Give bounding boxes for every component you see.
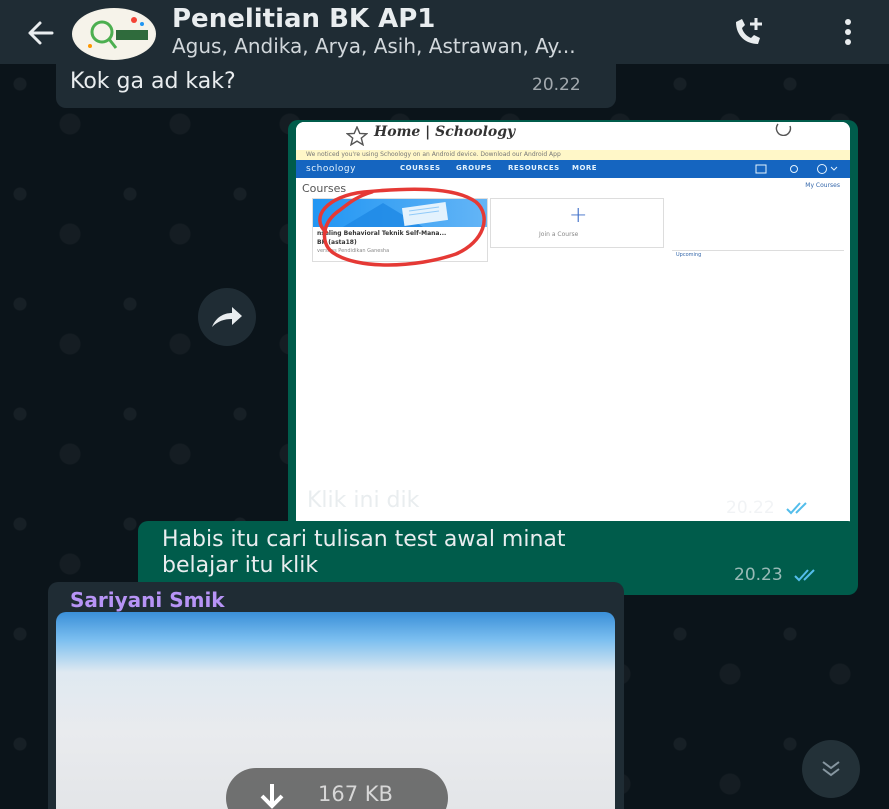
group-members[interactable]: Agus, Andika, Arya, Asih, Astrawan, Ay..… (172, 34, 576, 58)
message-time-text: 20.23 (734, 565, 783, 585)
message-time: 20.23 (734, 565, 820, 585)
read-ticks-icon (794, 569, 815, 582)
forward-button[interactable] (198, 288, 256, 346)
message-bubble-incoming[interactable]: Kok ga ad kak? 20.22 (56, 64, 616, 108)
sender-name[interactable]: Sariyani Smik (70, 588, 225, 612)
chat-header: Penelitian BK AP1 Agus, Andika, Arya, As… (0, 0, 889, 64)
download-button[interactable]: 167 KB (226, 768, 448, 809)
group-title[interactable]: Penelitian BK AP1 (172, 4, 435, 34)
back-arrow-icon[interactable] (22, 15, 58, 51)
message-time-text: 20.22 (726, 498, 775, 518)
double-chevron-down-icon (822, 761, 840, 777)
image-caption: Klik ini dik (307, 488, 420, 513)
message-text-line2: belajar itu klik (162, 553, 319, 578)
message-text-line1: Habis itu cari tulisan test awal minat (162, 527, 566, 552)
message-time: 20.22 (726, 498, 812, 518)
read-ticks-icon (786, 502, 807, 515)
group-avatar[interactable] (72, 8, 156, 60)
more-options-icon[interactable] (836, 14, 860, 50)
message-time: 20.22 (532, 75, 581, 95)
add-call-icon[interactable] (730, 14, 770, 50)
red-circle-annotation (318, 187, 486, 267)
scroll-to-bottom-button[interactable] (802, 740, 860, 798)
message-text: Kok ga ad kak? (70, 69, 236, 94)
forward-arrow-icon (212, 307, 242, 327)
file-size: 167 KB (318, 782, 393, 806)
download-icon (260, 784, 284, 809)
chat-area[interactable]: Kok ga ad kak? 20.22 Home | Schoology We… (0, 64, 889, 809)
shared-screenshot-image[interactable]: Home | Schoology We noticed you're using… (296, 122, 850, 544)
